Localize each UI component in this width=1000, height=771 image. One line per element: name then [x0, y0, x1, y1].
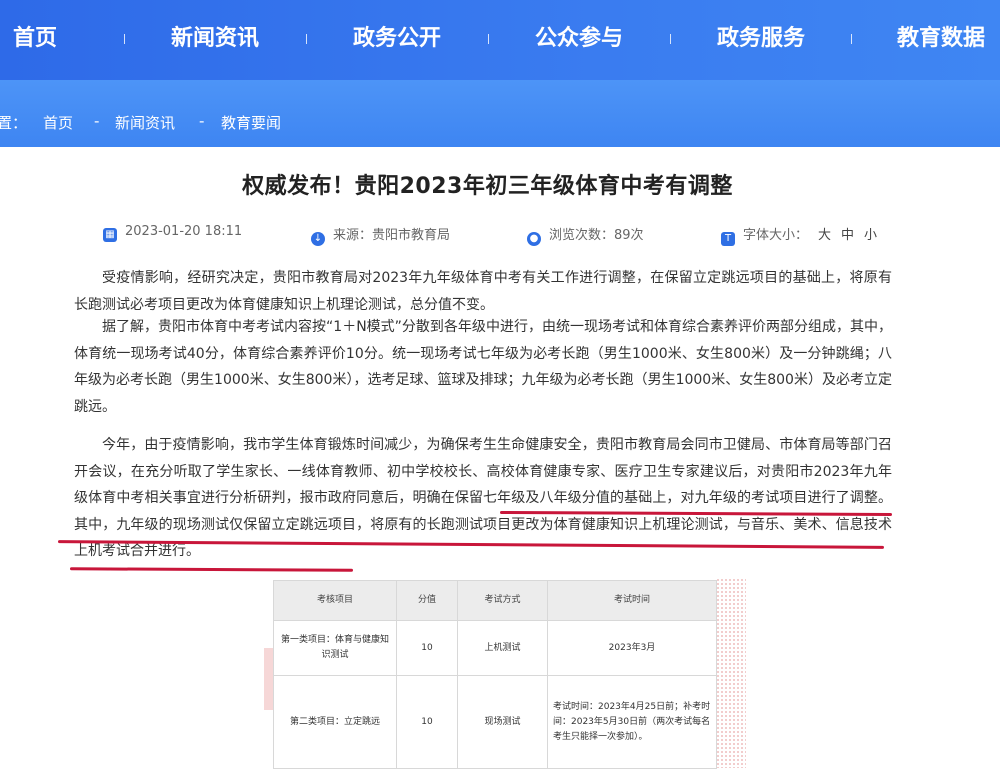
breadcrumb-home[interactable]: 首页 [43, 112, 73, 133]
breadcrumb-prefix: 位置： [0, 114, 28, 132]
paragraph-text: 据了解，贵阳市体育中考考试内容按“1＋N模式”分散到各年级中进行，由统一现场考试… [74, 319, 892, 415]
calendar-icon: ▦ [103, 228, 117, 242]
table-header: 考试时间 [547, 580, 717, 621]
table-cell: 第一类项目：体育与健康知识测试 [273, 620, 397, 676]
exam-table: 考核项目 分值 考试方式 考试时间 第一类项目：体育与健康知识测试 10 上机测… [273, 580, 717, 769]
font-size-label: 字体大小： [743, 228, 809, 243]
meta-font-size: T 字体大小： 大中小 [721, 224, 877, 246]
breadcrumb-news[interactable]: 新闻资讯 [115, 112, 175, 133]
top-navigation: 首页 新闻资讯 政务公开 公众参与 政务服务 教育数据 [0, 0, 1000, 80]
nav-separator [306, 34, 307, 44]
table-cell: 10 [396, 675, 458, 769]
table-cell: 现场测试 [457, 675, 548, 769]
font-size-small-button[interactable]: 小 [864, 228, 877, 243]
nav-item-education-data[interactable]: 教育数据 [897, 22, 985, 56]
table-cell: 10 [396, 620, 458, 676]
nav-item-gov-services[interactable]: 政务服务 [717, 22, 805, 56]
table-cell: 2023年3月 [547, 620, 717, 676]
table-header: 考试方式 [457, 580, 548, 621]
nav-separator [488, 34, 489, 44]
nav-separator [124, 34, 125, 44]
article-paragraph-2: 据了解，贵阳市体育中考考试内容按“1＋N模式”分散到各年级中进行，由统一现场考试… [74, 314, 892, 420]
nav-item-home[interactable]: 首页 [13, 22, 57, 56]
meta-source: ↓ 来源：贵阳市教育局 [311, 224, 450, 246]
breadcrumb-education-news[interactable]: 教育要闻 [221, 112, 281, 133]
table-cell: 上机测试 [457, 620, 548, 676]
exam-table-image: 考核项目 分值 考试方式 考试时间 第一类项目：体育与健康知识测试 10 上机测… [273, 580, 717, 769]
highlight-underline [69, 567, 354, 572]
article-title: 权威发布！贵阳2023年初三年级体育中考有调整 [242, 174, 733, 199]
table-row: 第二类项目：立定跳远 10 现场测试 考试时间：2023年4月25日前；补考时间… [273, 675, 717, 769]
paragraph-text: 受疫情影响，经研究决定，贵阳市教育局对2023年九年级体育中考有关工作进行调整，… [74, 270, 892, 313]
meta-views: ● 浏览次数：89次 [527, 224, 644, 246]
breadcrumb-separator: - [199, 112, 205, 130]
article-paragraph-1: 受疫情影响，经研究决定，贵阳市教育局对2023年九年级体育中考有关工作进行调整，… [74, 265, 892, 318]
font-size-medium-button[interactable]: 中 [841, 228, 854, 243]
nav-separator [851, 34, 852, 44]
table-cell: 考试时间：2023年4月25日前；补考时间：2023年5月30日前（两次考试每名… [547, 675, 717, 769]
nav-item-news[interactable]: 新闻资讯 [171, 22, 259, 56]
table-header: 考核项目 [273, 580, 397, 621]
nav-item-public-participation[interactable]: 公众参与 [535, 22, 623, 56]
breadcrumb-separator: - [94, 112, 100, 130]
nav-item-gov-affairs[interactable]: 政务公开 [353, 22, 441, 56]
table-header: 分值 [396, 580, 458, 621]
decorative-dots [716, 578, 746, 768]
view-count: 浏览次数：89次 [549, 228, 644, 243]
source-icon: ↓ [311, 232, 325, 246]
text-size-icon: T [721, 232, 735, 246]
breadcrumb: 位置： 首页 - 新闻资讯 - 教育要闻 [0, 80, 1000, 147]
font-size-large-button[interactable]: 大 [818, 228, 831, 243]
table-row: 第一类项目：体育与健康知识测试 10 上机测试 2023年3月 [273, 620, 717, 676]
eye-icon: ● [527, 232, 541, 246]
meta-date: ▦ 2023-01-20 18:11 [103, 224, 242, 242]
table-cell: 第二类项目：立定跳远 [273, 675, 397, 769]
publish-date: 2023-01-20 18:11 [125, 224, 243, 239]
source-text: 来源：贵阳市教育局 [333, 228, 451, 243]
nav-separator [670, 34, 671, 44]
